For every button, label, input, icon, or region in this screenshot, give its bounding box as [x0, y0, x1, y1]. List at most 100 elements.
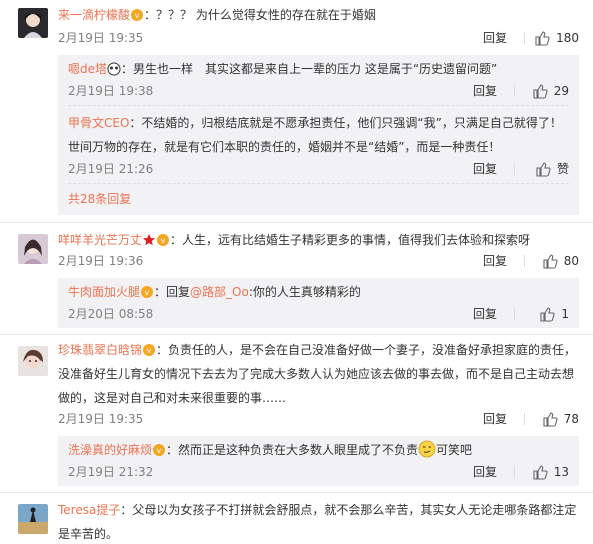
comment-content: ：人生，远有比结婚生子精彩更多的事情，值得我们去体验和探索呀: [170, 233, 531, 247]
comment-text: 咩咩羊光芒万丈 v ：人生，远有比结婚生子精彩更多的事情，值得我们去体验和探索呀: [58, 228, 579, 252]
panda-badge-icon: [107, 62, 121, 76]
timestamp: 2月19日 21:32: [68, 465, 154, 479]
username[interactable]: 甲骨文CEO: [68, 116, 129, 130]
timestamp: 2月19日 19:38: [68, 84, 154, 98]
smirk-emoji-icon: [418, 440, 436, 458]
username[interactable]: 咩咩羊光芒万丈: [58, 233, 142, 247]
reply-button[interactable]: 回复: [473, 159, 497, 179]
reply-button[interactable]: 回复: [473, 304, 497, 324]
reply-list: 洗澡真的好麻烦 v ：然而正是这种负责在大多数人眼里成了不负责 可笑吧 2月19日 2…: [58, 436, 579, 486]
thumb-up-icon: [543, 254, 558, 269]
divider: [68, 105, 569, 106]
comment-meta: 2月19日 19:35 回复 180: [58, 28, 579, 48]
comment-content: ：父母以为女孩子不打拼就会舒服点，就不会那么辛苦，其实女人无论走哪条路都注定是辛…: [58, 503, 577, 541]
divider: [514, 163, 515, 175]
thumb-up-icon: [535, 31, 550, 46]
reply-suffix: 可笑吧: [436, 443, 473, 457]
reply-content: ：然而正是这种负责在大多数人眼里成了不负责: [166, 443, 419, 457]
more-replies-link[interactable]: 共28条回复: [68, 192, 131, 206]
like-count: 78: [563, 412, 579, 426]
reply-meta: 2月19日 21:26 回复 赞: [68, 159, 569, 179]
like-count: 赞: [556, 162, 569, 176]
like-button[interactable]: 80: [542, 251, 579, 271]
reply-button[interactable]: 回复: [473, 462, 497, 482]
timestamp: 2月19日 19:36: [58, 254, 144, 268]
reply-content: :你的人生真够精彩的: [248, 285, 361, 299]
like-count: 80: [563, 254, 579, 268]
like-button[interactable]: 赞: [535, 159, 569, 179]
divider: [524, 32, 525, 44]
reply-meta: 2月19日 19:38 回复 29: [68, 81, 569, 101]
avatar[interactable]: [18, 234, 48, 264]
reply-button[interactable]: 回复: [483, 409, 507, 429]
svg-text:v: v: [161, 236, 166, 245]
reply-list: 嗯de塔 ：男生也一样 其实这都是来自上一辈的压力 这是属于“历史遗留问题” 2月…: [58, 55, 579, 215]
thumb-up-icon: [533, 465, 548, 480]
thumb-up-icon: [543, 412, 558, 427]
username[interactable]: 洗澡真的好麻烦: [68, 443, 152, 457]
timestamp: 2月20日 08:58: [68, 307, 154, 321]
comment-meta: 2月19日 19:35 回复 78: [58, 409, 579, 429]
reply-prefix: ：回复: [154, 285, 191, 299]
mention-link[interactable]: @路部_Oo: [190, 285, 249, 299]
reply-meta: 2月20日 08:58 回复 1: [68, 304, 569, 324]
like-button[interactable]: 78: [542, 409, 579, 429]
thumb-up-icon: [540, 307, 555, 322]
comment-meta: 2月19日 19:36 回复 80: [58, 251, 579, 271]
comment-text: Teresa提子：父母以为女孩子不打拼就会舒服点，就不会那么辛苦，其实女人无论走…: [58, 498, 579, 544]
divider: [514, 466, 515, 478]
thumb-up-icon: [536, 162, 551, 177]
username[interactable]: Teresa提子: [58, 503, 120, 517]
username[interactable]: 珍珠翡翠白晗锦: [58, 343, 142, 357]
avatar[interactable]: [18, 8, 48, 38]
reply-button[interactable]: 回复: [473, 81, 497, 101]
avatar[interactable]: [18, 504, 48, 534]
vip-badge-icon: v: [143, 344, 156, 356]
divider: [524, 255, 525, 267]
reply-content: ：不结婚的，归根结底就是不愿承担责任，他们只强调“我”，只满足自己就得了！世间万…: [68, 116, 562, 154]
comment-text: 来一滴柠檬酸 v ：？？？ 为什么觉得女性的存在就在于婚姻: [58, 3, 579, 27]
divider: [0, 492, 593, 493]
username[interactable]: 来一滴柠檬酸: [58, 8, 130, 22]
reply-text: 甲骨文CEO：不结婚的，归根结底就是不愿承担责任，他们只强调“我”，只满足自己就…: [68, 111, 569, 159]
avatar[interactable]: [18, 346, 48, 376]
timestamp: 2月19日 19:35: [58, 412, 144, 426]
reply-button[interactable]: 回复: [483, 251, 507, 271]
divider: [514, 308, 515, 320]
like-count: 29: [553, 84, 569, 98]
divider: [68, 183, 569, 184]
divider: [524, 413, 525, 425]
divider: [514, 85, 515, 97]
comment-text: 珍珠翡翠白晗锦 v ：负责任的人，是不会在自己没准备好做一个妻子，没准备好承担家庭的…: [58, 338, 579, 410]
username[interactable]: 嗯de塔: [68, 62, 107, 76]
timestamp: 2月19日 19:35: [58, 31, 144, 45]
reply-content: ：男生也一样 其实这都是来自上一辈的压力 这是属于“历史遗留问题”: [121, 62, 498, 76]
star-badge-icon: [143, 234, 156, 246]
svg-text:v: v: [157, 446, 162, 455]
like-button[interactable]: 1: [539, 304, 569, 324]
reply-button[interactable]: 回复: [483, 28, 507, 48]
like-count: 1: [561, 307, 569, 321]
like-button[interactable]: 29: [532, 81, 569, 101]
vip-badge-icon: v: [131, 9, 144, 21]
like-count: 13: [553, 465, 569, 479]
svg-text:v: v: [147, 346, 152, 355]
like-count: 180: [556, 31, 579, 45]
vip-badge-icon: v: [141, 286, 154, 298]
comment-content: ：？？？ 为什么觉得女性的存在就在于婚姻: [144, 8, 376, 22]
reply-meta: 2月19日 21:32 回复 13: [68, 462, 569, 482]
divider: [0, 222, 593, 223]
svg-text:v: v: [145, 288, 150, 297]
divider: [0, 334, 593, 335]
svg-text:v: v: [135, 11, 140, 20]
timestamp: 2月19日 21:26: [68, 162, 154, 176]
like-button[interactable]: 180: [534, 28, 579, 48]
vip-badge-icon: v: [157, 234, 170, 246]
reply-text: 牛肉面加火腿 v ：回复@路部_Oo:你的人生真够精彩的: [68, 280, 569, 304]
reply-text: 嗯de塔 ：男生也一样 其实这都是来自上一辈的压力 这是属于“历史遗留问题”: [68, 57, 569, 81]
more-replies[interactable]: 共28条回复: [68, 189, 579, 209]
like-button[interactable]: 13: [532, 462, 569, 482]
reply-list: 牛肉面加火腿 v ：回复@路部_Oo:你的人生真够精彩的 2月20日 08:58 回…: [58, 278, 579, 328]
thumb-up-icon: [533, 84, 548, 99]
username[interactable]: 牛肉面加火腿: [68, 285, 140, 299]
